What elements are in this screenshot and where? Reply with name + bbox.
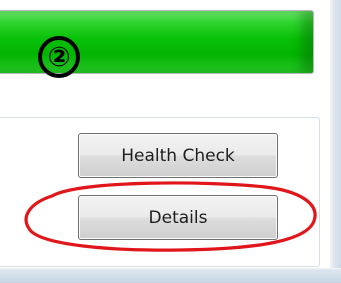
window-frame-right xyxy=(330,0,341,283)
app-window: ② Health Check Details xyxy=(0,0,341,283)
health-check-button[interactable]: Health Check xyxy=(78,133,278,178)
window-frame-bottom xyxy=(0,268,341,283)
step-number-badge: ② xyxy=(38,36,80,78)
details-button[interactable]: Details xyxy=(78,195,278,240)
